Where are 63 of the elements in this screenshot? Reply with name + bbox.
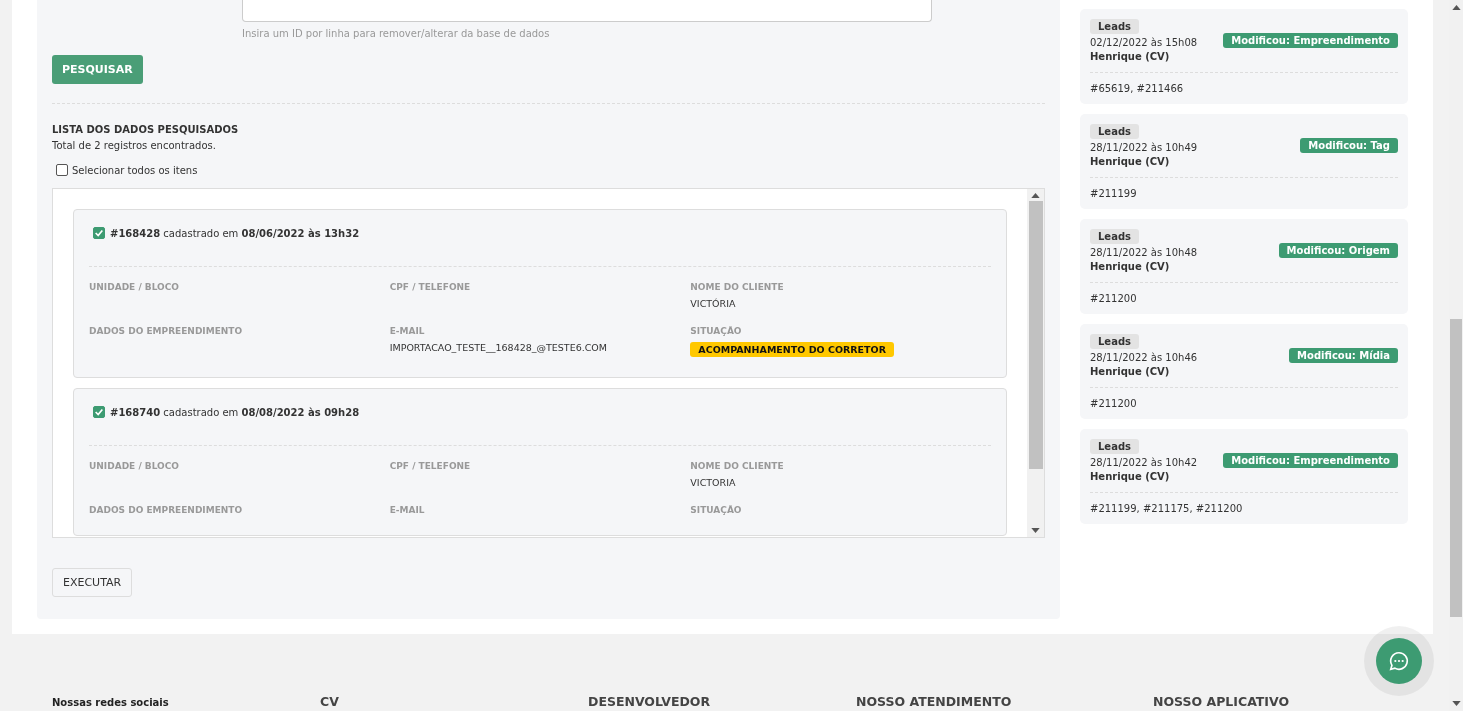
history-user: Henrique (CV): [1090, 261, 1170, 272]
footer-heading: CV: [320, 694, 340, 709]
record-checkbox[interactable]: [93, 406, 105, 418]
scrollbar[interactable]: [1027, 189, 1044, 537]
history-ids: #65619, #211466: [1090, 83, 1185, 94]
action-badge: Modificou: Mídia: [1289, 348, 1398, 363]
scroll-up-icon[interactable]: [1451, 5, 1461, 10]
history-date: 28/11/2022 às 10h46: [1090, 352, 1198, 363]
action-badge: Modificou: Empreendimento: [1223, 453, 1398, 468]
history-ids: #211199: [1090, 188, 1138, 199]
footer-heading: NOSSO APLICATIVO: [1153, 694, 1291, 709]
field-label: UNIDADE / BLOCO: [89, 461, 179, 471]
field-label: CPF / TELEFONE: [389, 461, 471, 471]
field-value: IMPORTACAO_TESTE__168428_@TESTE6.COM: [389, 342, 608, 353]
history-ids: #211199, #211175, #211200: [1090, 503, 1244, 514]
scroll-down-icon[interactable]: [1451, 701, 1461, 706]
chat-button[interactable]: [1376, 638, 1422, 684]
module-tag: Leads: [1090, 124, 1139, 139]
execute-button[interactable]: EXECUTAR: [52, 568, 133, 597]
history-user: Henrique (CV): [1090, 156, 1170, 167]
scroll-down-icon[interactable]: [1031, 528, 1040, 533]
module-tag: Leads: [1090, 334, 1139, 349]
history-ids: #211200: [1090, 398, 1138, 409]
select-all-checkbox[interactable]: [56, 164, 68, 176]
field-label: NOME DO CLIENTE: [690, 461, 784, 471]
field-label: CPF / TELEFONE: [389, 282, 471, 292]
action-badge: Modificou: Empreendimento: [1223, 33, 1398, 48]
list-title: LISTA DOS DADOS PESQUISADOS: [52, 124, 240, 135]
module-tag: Leads: [1090, 229, 1139, 244]
field-label: NOME DO CLIENTE: [690, 282, 784, 292]
history-user: Henrique (CV): [1090, 51, 1170, 62]
total-text: Total de 2 registros encontrados.: [52, 140, 217, 151]
field-value: VICTORIA: [690, 477, 736, 488]
field-label: DADOS DO EMPREENDIMENTO: [89, 326, 243, 336]
history-date: 02/12/2022 às 15h08: [1090, 37, 1198, 48]
chat-icon: [1388, 650, 1410, 672]
record-title: #168428 cadastrado em 08/06/2022 às 13h32: [110, 227, 360, 239]
status-badge: ACOMPANHAMENTO DO CORRETOR: [690, 342, 894, 357]
module-tag: Leads: [1090, 439, 1139, 454]
footer-heading: NOSSO ATENDIMENTO: [856, 694, 1013, 709]
module-tag: Leads: [1090, 19, 1139, 34]
footer-heading: DESENVOLVEDOR: [588, 694, 712, 709]
field-label: E-MAIL: [389, 505, 425, 515]
action-badge: Modificou: Origem: [1278, 243, 1398, 258]
select-all-label[interactable]: Selecionar todos os itens: [72, 164, 198, 176]
history-user: Henrique (CV): [1090, 471, 1170, 482]
field-label: E-MAIL: [389, 326, 425, 336]
field-label: SITUAÇÃO: [690, 326, 742, 336]
history-date: 28/11/2022 às 10h49: [1090, 142, 1198, 153]
record-checkbox[interactable]: [93, 227, 105, 239]
scroll-up-icon[interactable]: [1031, 193, 1040, 198]
textarea-hint: Insira um ID por linha para remover/alterar da base de dados: [242, 28, 551, 39]
field-label: UNIDADE / BLOCO: [89, 282, 179, 292]
history-user: Henrique (CV): [1090, 366, 1170, 377]
field-value: VICTÓRIA: [690, 298, 736, 309]
field-label: DADOS DO EMPREENDIMENTO: [89, 505, 243, 515]
history-date: 28/11/2022 às 10h42: [1090, 457, 1198, 468]
history-ids: #211200: [1090, 293, 1138, 304]
record-title: #168740 cadastrado em 08/08/2022 às 09h28: [110, 406, 360, 418]
history-date: 28/11/2022 às 10h48: [1090, 247, 1198, 258]
footer-heading: Nossas redes sociais: [52, 697, 170, 708]
field-label: SITUAÇÃO: [690, 505, 742, 515]
action-badge: Modificou: Tag: [1300, 138, 1398, 153]
